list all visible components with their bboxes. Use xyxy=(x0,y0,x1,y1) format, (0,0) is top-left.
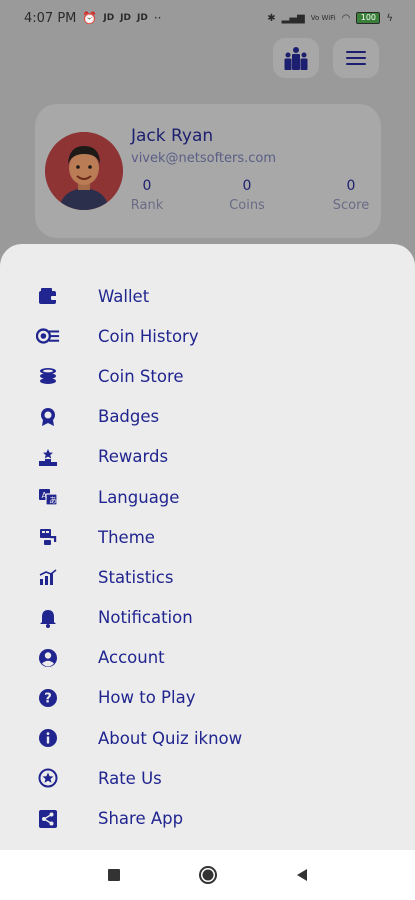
stat-rank: 0 Rank xyxy=(117,178,177,213)
square-icon xyxy=(107,869,120,881)
menu-item-theme[interactable]: Theme xyxy=(0,517,415,557)
status-left: 4:07 PM ⏰ JD JD JD ·· xyxy=(24,11,161,26)
charging-icon: ϟ xyxy=(386,12,393,24)
system-nav-bar xyxy=(0,850,415,900)
badge-icon xyxy=(36,405,60,429)
menu-list: Wallet Coin History Coin Store Badges Re… xyxy=(0,276,415,839)
menu-item-badges[interactable]: Badges xyxy=(0,397,415,437)
account-icon xyxy=(36,646,60,670)
stat-score-value: 0 xyxy=(346,178,356,194)
menu-item-language[interactable]: Aあ Language xyxy=(0,477,415,517)
stat-coins-value: 0 xyxy=(242,178,252,194)
menu-bottom-sheet: Wallet Coin History Coin Store Badges Re… xyxy=(0,244,415,850)
menu-item-label: Statistics xyxy=(98,567,174,587)
status-indicator: JD xyxy=(120,13,131,23)
stat-score: 0 Score xyxy=(321,178,381,213)
menu-item-label: Rewards xyxy=(98,447,169,467)
profile-name: Jack Ryan xyxy=(131,126,214,146)
menu-item-wallet[interactable]: Wallet xyxy=(0,276,415,316)
signal-icon: ▂▄▆ xyxy=(281,12,305,24)
menu-item-notification[interactable]: Notification xyxy=(0,598,415,638)
hamburger-icon xyxy=(346,51,366,65)
svg-text:あ: あ xyxy=(49,496,57,505)
menu-item-label: About Quiz iknow xyxy=(98,728,243,748)
menu-item-coin-history[interactable]: Coin History xyxy=(0,316,415,356)
battery-icon: 100 xyxy=(356,12,381,24)
status-bar: 4:07 PM ⏰ JD JD JD ·· ✱ ▂▄▆ Vo WiFi ◠ 10… xyxy=(0,0,415,36)
menu-item-how-to-play[interactable]: ? How to Play xyxy=(0,678,415,718)
bell-icon xyxy=(36,606,60,630)
coin-history-icon xyxy=(36,324,60,348)
menu-item-label: Notification xyxy=(98,608,193,628)
share-icon xyxy=(36,807,60,831)
coin-store-icon xyxy=(36,364,60,388)
menu-item-label: Badges xyxy=(98,407,160,427)
more-notifications-icon: ·· xyxy=(153,11,162,25)
back-button[interactable] xyxy=(290,863,314,887)
menu-item-label: How to Play xyxy=(98,688,196,708)
stat-rank-value: 0 xyxy=(142,178,152,194)
star-icon xyxy=(36,766,60,790)
status-right: ✱ ▂▄▆ Vo WiFi ◠ 100 ϟ xyxy=(267,12,393,24)
language-icon: Aあ xyxy=(36,485,60,509)
wallet-icon xyxy=(36,284,60,308)
wifi-icon: ◠ xyxy=(341,12,351,24)
triangle-left-icon xyxy=(296,869,307,881)
menu-item-label: Wallet xyxy=(98,286,150,306)
menu-item-rewards[interactable]: Rewards xyxy=(0,437,415,477)
menu-item-label: Rate Us xyxy=(98,768,162,788)
menu-item-label: Coin History xyxy=(98,326,199,346)
menu-item-rate-us[interactable]: Rate Us xyxy=(0,758,415,798)
avatar xyxy=(45,132,123,210)
recents-button[interactable] xyxy=(102,863,126,887)
menu-button[interactable] xyxy=(333,38,379,78)
menu-item-label: Account xyxy=(98,648,165,668)
leaderboard-button[interactable] xyxy=(273,38,319,78)
menu-item-coin-store[interactable]: Coin Store xyxy=(0,356,415,396)
leaderboard-icon xyxy=(284,47,308,70)
circle-icon xyxy=(198,866,217,884)
svg-text:?: ? xyxy=(44,691,52,706)
alarm-icon: ⏰ xyxy=(82,11,98,25)
menu-item-share-app[interactable]: Share App xyxy=(0,798,415,838)
network-label: Vo WiFi xyxy=(310,14,336,22)
status-time: 4:07 PM xyxy=(24,10,77,26)
stat-coins: 0 Coins xyxy=(217,178,277,213)
stat-score-label: Score xyxy=(332,198,370,213)
statistics-icon xyxy=(36,565,60,589)
menu-item-about[interactable]: About Quiz iknow xyxy=(0,718,415,758)
stat-rank-label: Rank xyxy=(130,198,164,213)
status-indicator: JD xyxy=(137,13,148,23)
status-indicator: JD xyxy=(103,13,115,23)
menu-item-label: Theme xyxy=(98,527,155,547)
menu-item-label: Language xyxy=(98,487,180,507)
menu-item-statistics[interactable]: Statistics xyxy=(0,557,415,597)
bluetooth-icon: ✱ xyxy=(267,12,276,24)
stat-coins-label: Coins xyxy=(229,198,265,213)
rewards-icon xyxy=(36,445,60,469)
menu-item-label: Coin Store xyxy=(98,366,184,386)
info-icon xyxy=(36,726,60,750)
profile-card[interactable]: Jack Ryan vivek@netsofters.com 0 Rank 0 … xyxy=(35,104,381,238)
profile-email: vivek@netsofters.com xyxy=(131,151,277,166)
theme-icon xyxy=(36,525,60,549)
svg-text:A: A xyxy=(42,491,48,500)
home-button[interactable] xyxy=(196,863,220,887)
menu-item-label: Share App xyxy=(98,809,184,829)
menu-item-account[interactable]: Account xyxy=(0,638,415,678)
help-icon: ? xyxy=(36,686,60,710)
